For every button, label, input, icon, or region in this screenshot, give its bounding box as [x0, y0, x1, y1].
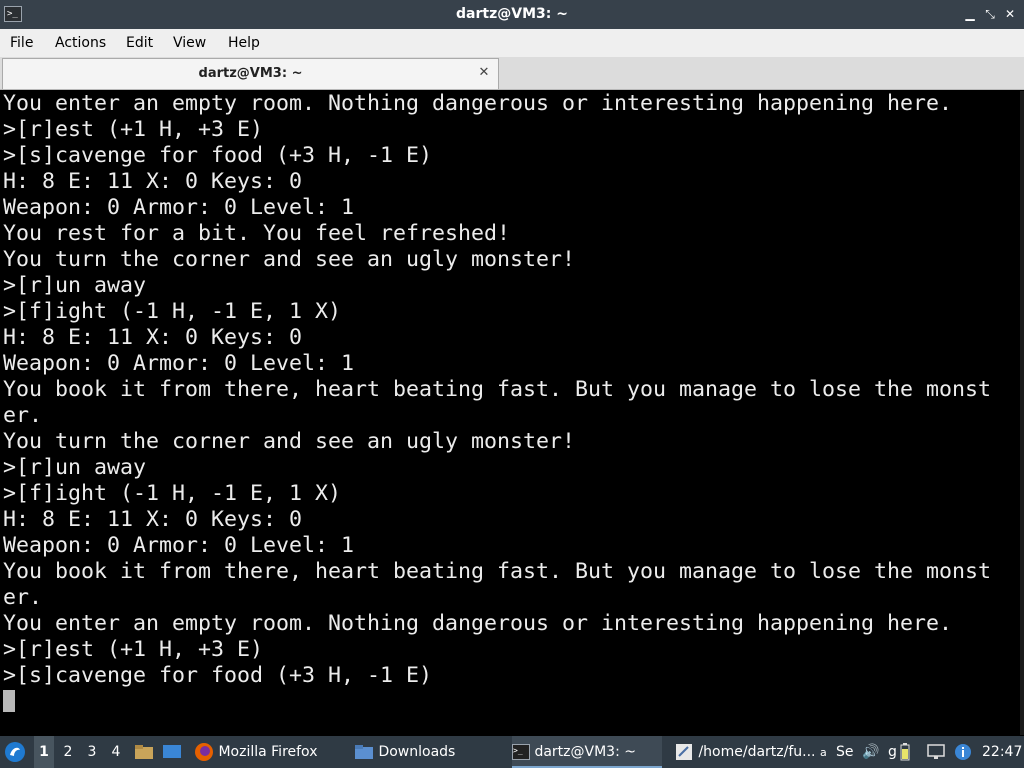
menu-help[interactable]: Help: [228, 29, 260, 57]
menu-view[interactable]: View: [173, 29, 206, 57]
terminal-line: Weapon: 0 Armor: 0 Level: 1: [3, 533, 355, 558]
task-g[interactable]: g: [888, 736, 900, 768]
terminal-line: >[r]est (+1 H, +3 E): [3, 637, 264, 662]
task-g-label: g: [888, 744, 897, 760]
start-menu-button[interactable]: [4, 736, 28, 768]
terminal-line: >[r]est (+1 H, +3 E): [3, 117, 264, 142]
folder-icon: [355, 745, 373, 759]
terminal-line: Weapon: 0 Armor: 0 Level: 1: [3, 351, 355, 376]
show-desktop-launcher[interactable]: [162, 736, 184, 768]
battery-button[interactable]: [900, 736, 916, 768]
workspace-1[interactable]: 1: [34, 736, 54, 768]
terminal-line: H: 8 E: 11 X: 0 Keys: 0: [3, 169, 303, 194]
window-title: dartz@VM3: ~: [456, 6, 568, 22]
menu-bar: File Actions Edit View Help: [0, 29, 1024, 57]
workspace-3[interactable]: 3: [82, 736, 102, 768]
file-manager-launcher[interactable]: [134, 736, 154, 768]
network-icon: [927, 744, 945, 759]
volume-button[interactable]: 🔊: [862, 736, 882, 768]
terminal-lines: You enter an empty room. Nothing dangero…: [3, 91, 991, 689]
terminal-line: >[s]cavenge for food (+3 H, -1 E): [3, 143, 433, 168]
close-button[interactable]: ✕: [1002, 6, 1018, 22]
task-editor[interactable]: /home/dartz/fu... a: [674, 736, 832, 768]
terminal-line: >[s]cavenge for food (+3 H, -1 E): [3, 663, 433, 688]
workspace-2[interactable]: 2: [58, 736, 78, 768]
terminal-line: You book it from there, heart beating fa…: [3, 559, 992, 584]
task-firefox[interactable]: Mozilla Firefox: [194, 736, 340, 768]
terminal-cursor: [3, 690, 15, 712]
menu-edit[interactable]: Edit: [126, 29, 153, 57]
terminal-line: You enter an empty room. Nothing dangero…: [3, 611, 953, 636]
desktop-icon: [163, 745, 181, 758]
battery-icon: [900, 743, 910, 761]
volume-icon: 🔊: [862, 744, 880, 760]
terminal-line: er.: [3, 585, 43, 610]
task-se-label: Se: [836, 744, 854, 760]
terminal-line: H: 8 E: 11 X: 0 Keys: 0: [3, 507, 303, 532]
task-editor-extra: a: [819, 746, 827, 759]
updates-button[interactable]: [954, 736, 974, 768]
task-downloads-label: Downloads: [378, 744, 456, 760]
minimize-button[interactable]: ▁: [962, 6, 978, 22]
task-downloads[interactable]: Downloads: [354, 736, 500, 768]
terminal-line: You turn the corner and see an ugly mons…: [3, 429, 576, 454]
terminal-icon: >_: [512, 744, 530, 760]
menu-file[interactable]: File: [10, 29, 33, 57]
info-icon: [955, 744, 971, 760]
task-se[interactable]: Se: [836, 736, 862, 768]
tab-bar: dartz@VM3: ~ ✕: [0, 57, 1024, 90]
terminal-tab[interactable]: dartz@VM3: ~ ✕: [2, 58, 499, 89]
task-editor-label: /home/dartz/fu...: [698, 744, 816, 760]
workspace-4[interactable]: 4: [106, 736, 126, 768]
terminal-line: You book it from there, heart beating fa…: [3, 377, 992, 402]
tab-close-icon[interactable]: ✕: [476, 65, 492, 81]
terminal-line: You enter an empty room. Nothing dangero…: [3, 91, 953, 116]
task-terminal-label: dartz@VM3: ~: [534, 744, 636, 760]
task-terminal[interactable]: >_ dartz@VM3: ~: [512, 736, 662, 768]
firefox-icon: [195, 743, 213, 761]
terminal-output[interactable]: You enter an empty room. Nothing dangero…: [0, 91, 1024, 735]
network-button[interactable]: [926, 736, 948, 768]
menu-actions[interactable]: Actions: [55, 29, 106, 57]
tab-label: dartz@VM3: ~: [198, 66, 303, 81]
window-titlebar[interactable]: >_ dartz@VM3: ~ ▁ ⤡ ✕: [0, 0, 1024, 29]
terminal-line: >[f]ight (-1 H, -1 E, 1 X): [3, 299, 342, 324]
terminal-scrollbar[interactable]: [1020, 91, 1024, 735]
start-menu-icon: [5, 742, 25, 762]
terminal-line: You rest for a bit. You feel refreshed!: [3, 221, 511, 246]
terminal-line: >[r]un away: [3, 273, 147, 298]
clock[interactable]: 22:47: [982, 736, 1022, 768]
terminal-line: H: 8 E: 11 X: 0 Keys: 0: [3, 325, 303, 350]
terminal-line: You turn the corner and see an ugly mons…: [3, 247, 576, 272]
maximize-button[interactable]: ⤡: [982, 6, 998, 22]
taskbar: 1 2 3 4 Mozilla Firefox Downloads >_ dar…: [0, 736, 1024, 768]
text-editor-icon: [676, 744, 692, 760]
terminal-line: >[r]un away: [3, 455, 147, 480]
terminal-line: Weapon: 0 Armor: 0 Level: 1: [3, 195, 355, 220]
terminal-line: er.: [3, 403, 43, 428]
folder-icon: [135, 745, 153, 759]
terminal-line: >[f]ight (-1 H, -1 E, 1 X): [3, 481, 342, 506]
task-firefox-label: Mozilla Firefox: [218, 744, 318, 760]
